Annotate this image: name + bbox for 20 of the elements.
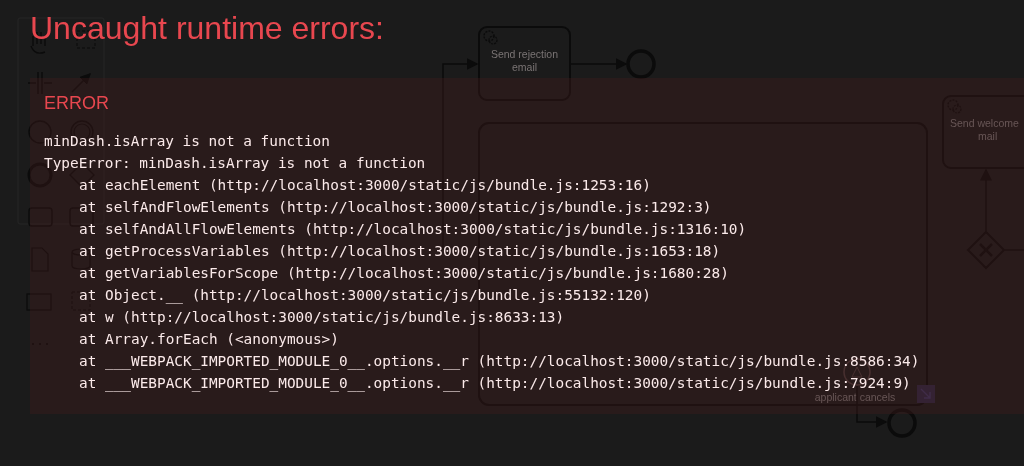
error-label: ERROR bbox=[44, 94, 109, 112]
stack-trace-line: at w (http://localhost:3000/static/js/bundle.js:8633:13) bbox=[79, 308, 565, 327]
stack-trace-line: at Array.forEach (<anonymous>) bbox=[79, 330, 339, 349]
end-event-icon bbox=[887, 408, 917, 438]
error-message: minDash.isArray is not a function bbox=[44, 132, 330, 151]
stack-trace-line: at ___WEBPACK_IMPORTED_MODULE_0__.options.__r (http://localhost:3000/static/js/bundle.js:8586:34) bbox=[79, 352, 920, 372]
error-overlay-title: Uncaught runtime errors: bbox=[29, 9, 385, 44]
error-message: TypeError: minDash.isArray is not a function bbox=[44, 154, 426, 173]
stack-trace-line: at ___WEBPACK_IMPORTED_MODULE_0__.options.__r (http://localhost:3000/static/js/bundle.js:7924:9) bbox=[79, 374, 911, 393]
stack-trace-line: at selfAndAllFlowElements (http://localhost:3000/static/js/bundle.js:1316:10) bbox=[79, 220, 747, 239]
end-event-icon bbox=[626, 49, 656, 79]
task-label: Send rejection email bbox=[490, 48, 559, 73]
stack-trace-line: at getProcessVariables (http://localhost:3000/static/js/bundle.js:1653:18) bbox=[79, 242, 721, 261]
stack-trace-line: at Object.__ (http://localhost:3000/static/js/bundle.js:55132:120) bbox=[79, 286, 651, 306]
stack-trace-line: at getVariablesForScope (http://localhost:3000/static/js/bundle.js:1680:28) bbox=[79, 264, 729, 283]
resize-icon bbox=[917, 385, 935, 403]
task-label: Send welcome mail bbox=[950, 117, 1019, 142]
stack-trace-line: at selfAndFlowElements (http://localhost:3000/static/js/bundle.js:1292:3) bbox=[79, 198, 712, 217]
stack-trace-line: at eachElement (http://localhost:3000/static/js/bundle.js:1253:16) bbox=[79, 176, 651, 195]
event-label: applicant cancels bbox=[814, 391, 896, 403]
